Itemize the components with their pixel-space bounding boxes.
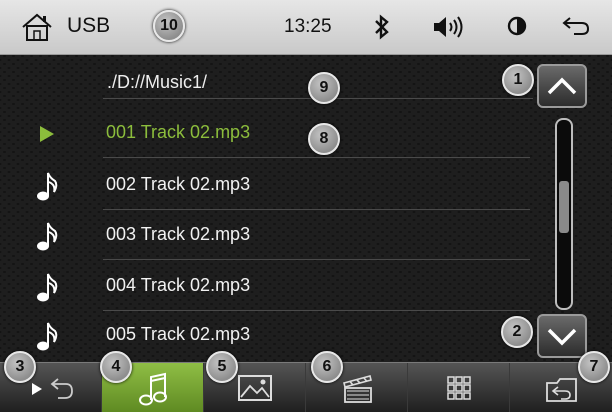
music-note-icon (37, 273, 58, 302)
callout-2: 2 (501, 316, 533, 348)
music-note-icon (139, 372, 167, 406)
clock: 13:25 (284, 16, 332, 37)
row-divider (103, 157, 530, 158)
play-return-icon (32, 378, 73, 399)
row-divider (103, 259, 530, 260)
grid-icon (447, 376, 471, 400)
callout-9: 9 (308, 72, 340, 104)
track-name: 004 Track 02.mp3 (106, 275, 251, 295)
track-row-1[interactable]: 001 Track 02.mp3 (0, 110, 530, 158)
track-row-5[interactable]: 005 Track 02.mp3 (0, 312, 530, 360)
bottom-toolbar (0, 362, 612, 412)
status-bar: USB 13:25 (0, 0, 612, 55)
home-icon[interactable] (20, 12, 54, 42)
callout-6: 6 (311, 351, 343, 383)
track-name: 005 Track 02.mp3 (106, 324, 251, 344)
back-icon[interactable] (562, 16, 590, 36)
track-row-2[interactable]: 002 Track 02.mp3 (0, 162, 530, 210)
track-row-4[interactable]: 004 Track 02.mp3 (0, 263, 530, 311)
scroll-up-button[interactable] (537, 64, 587, 108)
source-label: USB (67, 14, 111, 37)
play-icon (40, 126, 54, 142)
music-note-icon (37, 222, 58, 251)
clapperboard-icon (343, 375, 372, 403)
scrollbar-thumb[interactable] (559, 181, 569, 234)
callout-1: 1 (502, 64, 534, 96)
callout-3: 3 (4, 351, 36, 383)
volume-icon[interactable] (432, 14, 466, 40)
music-note-icon (37, 172, 58, 201)
chevron-down-icon (547, 328, 577, 346)
grid-button[interactable] (408, 363, 510, 412)
callout-4: 4 (100, 351, 132, 383)
picture-icon (238, 375, 272, 401)
callout-10: 10 (153, 10, 185, 42)
scroll-down-button[interactable] (537, 314, 587, 358)
track-name: 003 Track 02.mp3 (106, 224, 251, 244)
chevron-up-icon (547, 77, 577, 95)
callout-7: 7 (578, 351, 610, 383)
track-name: 002 Track 02.mp3 (106, 174, 251, 194)
callout-8: 8 (308, 123, 340, 155)
music-note-icon (37, 322, 58, 351)
track-row-3[interactable]: 003 Track 02.mp3 (0, 212, 530, 260)
folder-path-text: ./D://Music1/ (107, 72, 208, 92)
folder-return-icon (546, 378, 577, 402)
scrollbar[interactable] (555, 118, 573, 310)
callout-5: 5 (206, 351, 238, 383)
bluetooth-icon[interactable] (373, 14, 391, 40)
row-divider (103, 310, 530, 311)
row-divider (103, 209, 530, 210)
track-name: 001 Track 02.mp3 (106, 122, 251, 142)
brightness-icon[interactable] (506, 15, 528, 37)
